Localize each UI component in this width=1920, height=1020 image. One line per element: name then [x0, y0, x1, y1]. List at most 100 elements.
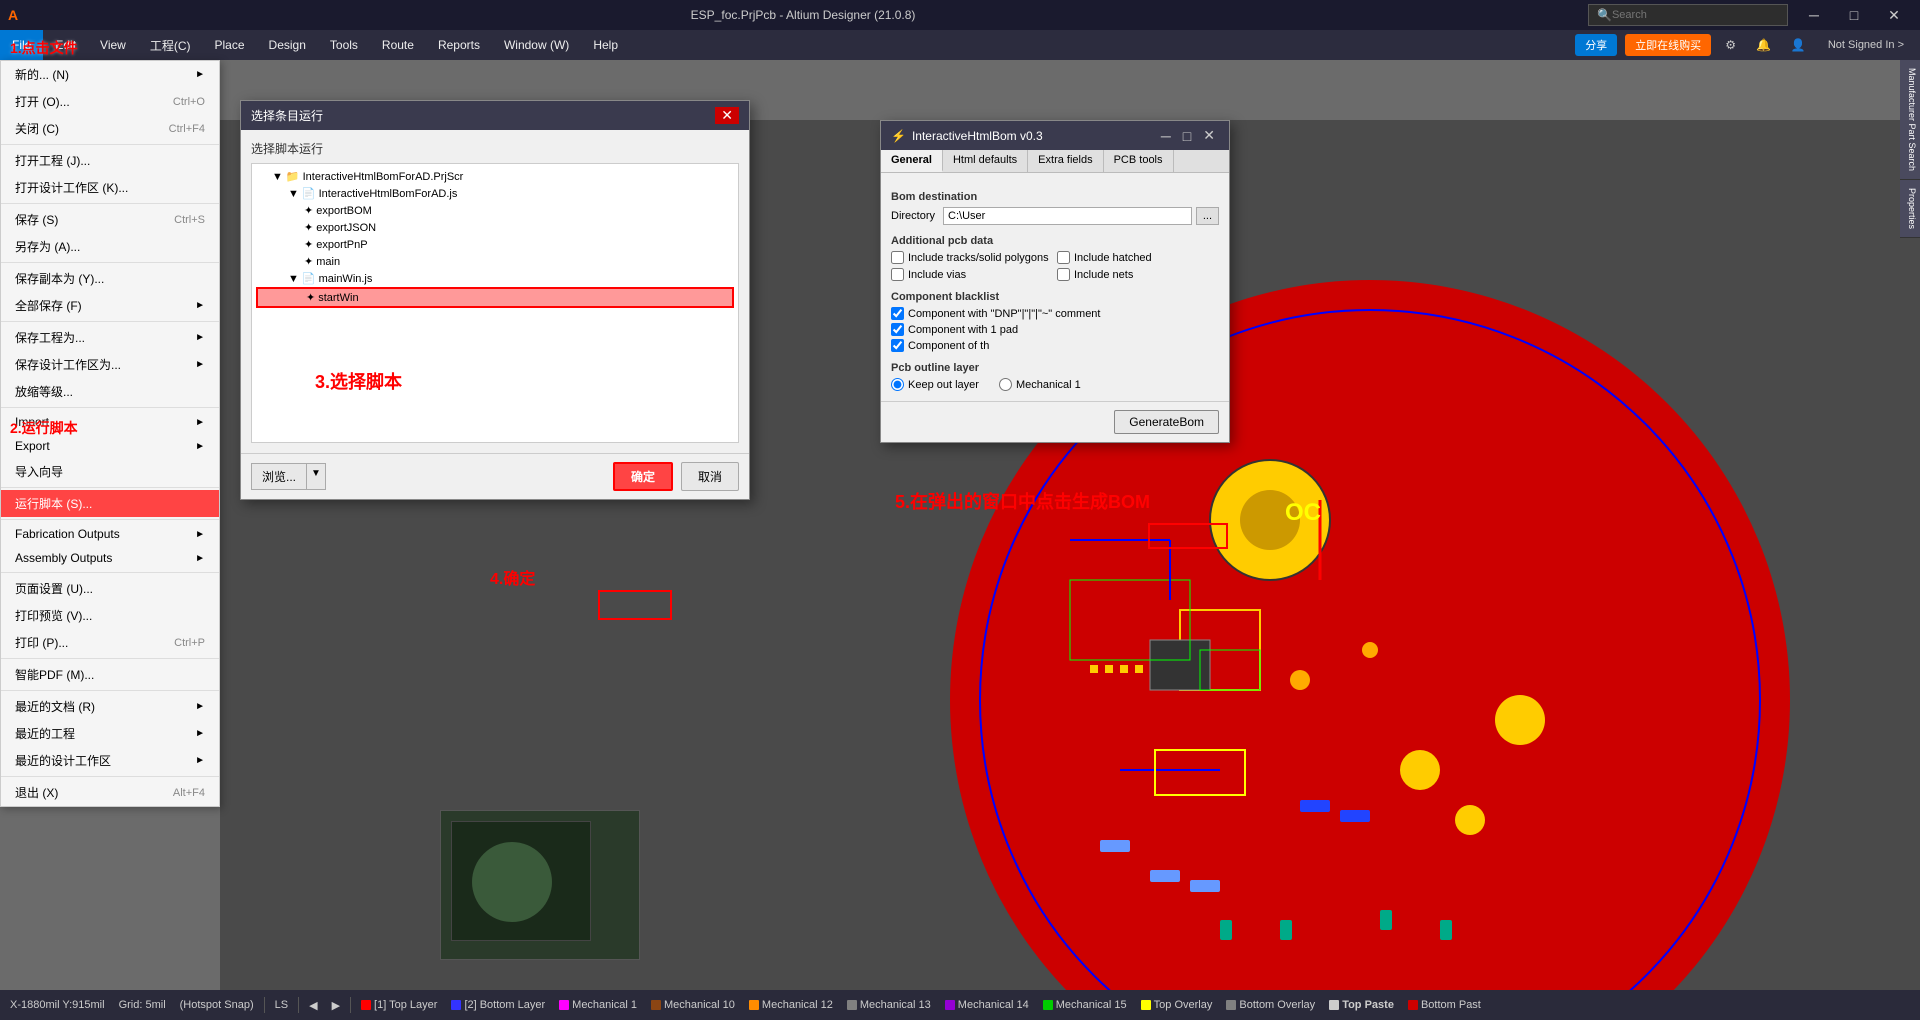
dnp-checkbox[interactable] — [891, 307, 904, 320]
tree-item-proj[interactable]: ▼ 📁 InteractiveHtmlBomForAD.PrjScr — [256, 168, 734, 185]
bom-minimize-button[interactable]: ─ — [1157, 127, 1175, 144]
fm-open-proj[interactable]: 打开工程 (J)... — [1, 147, 219, 174]
fm-open[interactable]: 打开 (O)... Ctrl+O — [1, 88, 219, 115]
fm-assembly-outputs[interactable]: Assembly Outputs ► — [1, 546, 219, 570]
buy-button[interactable]: 立即在线购买 — [1625, 34, 1711, 56]
nav-prev-button[interactable]: ◀ — [305, 999, 321, 1012]
browse-arrow-button[interactable]: ▼ — [307, 463, 326, 490]
tracks-checkbox[interactable] — [891, 251, 904, 264]
menu-help[interactable]: Help — [581, 30, 630, 60]
tree-item-exportjson[interactable]: ✦ exportJSON — [256, 219, 734, 236]
layer-mech1[interactable]: Mechanical 1 — [555, 999, 641, 1011]
bom-browse-button[interactable]: ... — [1196, 207, 1219, 225]
fm-save[interactable]: 保存 (S) Ctrl+S — [1, 206, 219, 233]
status-separator-3 — [350, 997, 351, 1013]
menu-tools[interactable]: Tools — [318, 30, 370, 60]
fm-export[interactable]: Export ► — [1, 434, 219, 458]
fm-recent-proj[interactable]: 最近的工程 ► — [1, 720, 219, 747]
th-checkbox[interactable] — [891, 339, 904, 352]
fm-exit[interactable]: 退出 (X) Alt+F4 — [1, 779, 219, 806]
cancel-button[interactable]: 取消 — [681, 462, 739, 491]
hatched-checkbox[interactable] — [1057, 251, 1070, 264]
menu-project[interactable]: 工程(C) — [138, 30, 203, 60]
manufacturer-panel-tab[interactable]: Manufacturer Part Search — [1900, 60, 1920, 180]
menu-place[interactable]: Place — [203, 30, 257, 60]
layer-bottom[interactable]: [2] Bottom Layer — [447, 999, 549, 1011]
tree-item-js[interactable]: ▼ 📄 InteractiveHtmlBomForAD.js — [256, 185, 734, 202]
fm-smart-pdf[interactable]: 智能PDF (M)... — [1, 661, 219, 688]
menu-view[interactable]: View — [88, 30, 138, 60]
person-icon[interactable]: 👤 — [1785, 36, 1812, 54]
layer-bottom-overlay[interactable]: Bottom Overlay — [1222, 999, 1319, 1011]
fm-zoom[interactable]: 放缩等级... — [1, 378, 219, 405]
menu-reports[interactable]: Reports — [426, 30, 492, 60]
layer-mech14[interactable]: Mechanical 14 — [941, 999, 1033, 1011]
bell-icon[interactable]: 🔔 — [1750, 36, 1777, 54]
browse-button-split[interactable]: 浏览... ▼ — [251, 463, 326, 490]
bom-directory-label: Directory — [891, 210, 935, 222]
fm-saveall[interactable]: 全部保存 (F) ► — [1, 292, 219, 319]
close-button[interactable]: ✕ — [1876, 2, 1912, 28]
fm-sep-8 — [1, 572, 219, 573]
fm-new[interactable]: 新的... (N) ► — [1, 61, 219, 88]
ok-button[interactable]: 确定 — [613, 462, 673, 491]
layer-top[interactable]: [1] Top Layer — [357, 999, 441, 1011]
tree-item-mainwin[interactable]: ▼ 📄 mainWin.js — [256, 270, 734, 287]
fm-save-proj-as[interactable]: 保存工程为... ► — [1, 324, 219, 351]
fm-saveas[interactable]: 另存为 (A)... — [1, 233, 219, 260]
not-signed-in[interactable]: Not Signed In > — [1820, 39, 1912, 51]
maximize-button[interactable]: □ — [1836, 2, 1872, 28]
bom-tab-pcb-tools[interactable]: PCB tools — [1104, 150, 1174, 172]
nav-next-button[interactable]: ▶ — [328, 999, 344, 1012]
fm-page-setup[interactable]: 页面设置 (U)... — [1, 575, 219, 602]
menu-file[interactable]: File — [0, 30, 43, 60]
search-box[interactable]: 🔍 — [1588, 4, 1788, 26]
fm-import-wizard[interactable]: 导入向导 — [1, 458, 219, 485]
properties-panel-tab[interactable]: Properties — [1900, 180, 1920, 238]
menu-window[interactable]: Window (W) — [492, 30, 581, 60]
fm-savecopy[interactable]: 保存副本为 (Y)... — [1, 265, 219, 292]
fm-fab-outputs[interactable]: Fabrication Outputs ► — [1, 522, 219, 546]
generate-bom-button[interactable]: GenerateBom — [1114, 410, 1219, 434]
fm-print-preview[interactable]: 打印预览 (V)... — [1, 602, 219, 629]
fm-recent-ws[interactable]: 最近的设计工作区 ► — [1, 747, 219, 774]
layer-top-overlay[interactable]: Top Overlay — [1137, 999, 1217, 1011]
tree-item-exportpnp[interactable]: ✦ exportPnP — [256, 236, 734, 253]
layer-top-paste[interactable]: Top Paste — [1325, 999, 1398, 1011]
fm-run-script[interactable]: 运行脚本 (S)... — [1, 490, 219, 517]
share-button[interactable]: 分享 — [1575, 34, 1617, 56]
tree-item-startwin[interactable]: ✦ startWin — [256, 287, 734, 308]
tree-item-exportbom[interactable]: ✦ exportBOM — [256, 202, 734, 219]
vias-checkbox[interactable] — [891, 268, 904, 281]
fm-recent-docs[interactable]: 最近的文档 (R) ► — [1, 693, 219, 720]
layer-mech15[interactable]: Mechanical 15 — [1039, 999, 1131, 1011]
bom-tab-general[interactable]: General — [881, 150, 943, 172]
fm-print[interactable]: 打印 (P)... Ctrl+P — [1, 629, 219, 656]
keepout-radio[interactable] — [891, 378, 904, 391]
settings-icon[interactable]: ⚙ — [1719, 36, 1742, 54]
fm-open-workspace[interactable]: 打开设计工作区 (K)... — [1, 174, 219, 201]
bom-close-button[interactable]: ✕ — [1199, 127, 1219, 144]
bom-maximize-button[interactable]: □ — [1179, 127, 1195, 144]
menu-edit[interactable]: Edit — [43, 30, 88, 60]
layer-mech13[interactable]: Mechanical 13 — [843, 999, 935, 1011]
fm-close[interactable]: 关闭 (C) Ctrl+F4 — [1, 115, 219, 142]
script-dialog-close[interactable]: ✕ — [715, 107, 739, 124]
layer-mech10[interactable]: Mechanical 10 — [647, 999, 739, 1011]
onepad-checkbox[interactable] — [891, 323, 904, 336]
tree-item-main[interactable]: ✦ main — [256, 253, 734, 270]
layer-mech12[interactable]: Mechanical 12 — [745, 999, 837, 1011]
nets-checkbox[interactable] — [1057, 268, 1070, 281]
fm-import[interactable]: Import ► — [1, 410, 219, 434]
fm-save-ws-as[interactable]: 保存设计工作区为... ► — [1, 351, 219, 378]
minimize-button[interactable]: ─ — [1796, 2, 1832, 28]
menu-design[interactable]: Design — [257, 30, 318, 60]
layer-bottom-past[interactable]: Bottom Past — [1404, 999, 1485, 1011]
menu-route[interactable]: Route — [370, 30, 426, 60]
bom-tab-html-defaults[interactable]: Html defaults — [943, 150, 1028, 172]
bom-tab-extra-fields[interactable]: Extra fields — [1028, 150, 1103, 172]
bom-directory-input[interactable] — [943, 207, 1192, 225]
browse-button[interactable]: 浏览... — [251, 463, 307, 490]
search-input[interactable] — [1612, 9, 1752, 21]
mechanical1-radio[interactable] — [999, 378, 1012, 391]
